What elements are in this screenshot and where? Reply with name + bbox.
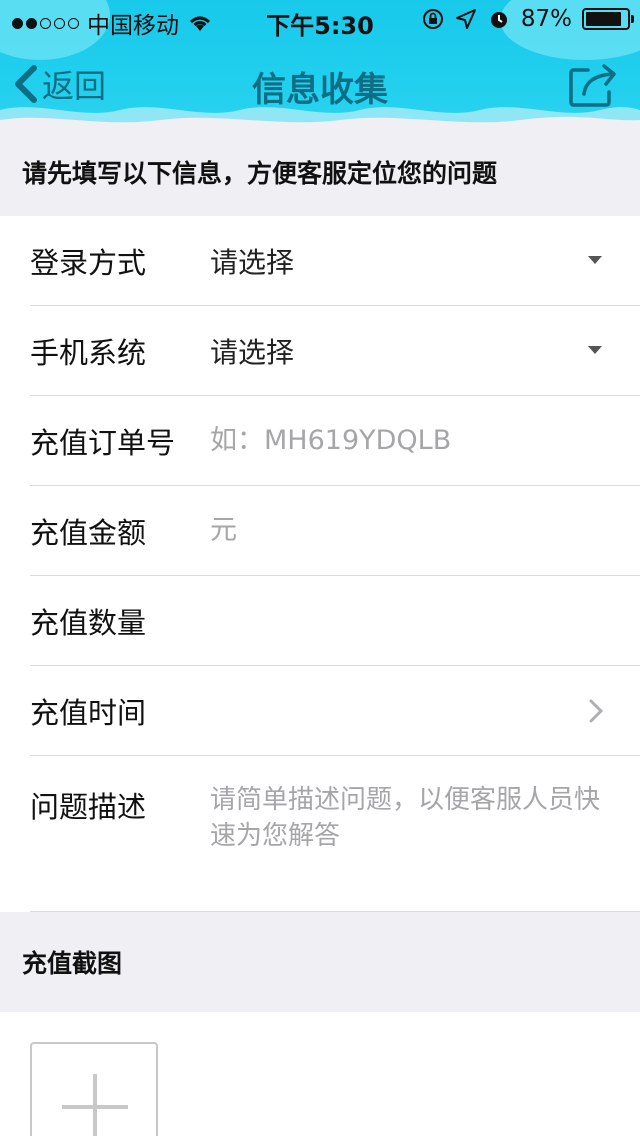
order-number-row: 充值订单号 [30, 396, 640, 486]
share-button[interactable] [568, 62, 620, 108]
amount-input[interactable] [210, 515, 640, 546]
form-notice: 请先填写以下信息，方便客服定位您的问题 [22, 159, 498, 188]
quantity-input[interactable] [210, 605, 640, 636]
rotation-lock-icon [422, 9, 443, 29]
chevron-right-icon [589, 699, 604, 723]
page-title: 信息收集 [252, 70, 388, 110]
header-bar: 中国移动 下午5:30 87% 返回 信息收集 [0, 0, 640, 128]
location-icon [455, 9, 476, 29]
screenshot-upload-area [0, 1012, 640, 1136]
recharge-time-picker[interactable]: 充值时间 [30, 666, 640, 756]
phone-system-select[interactable]: 手机系统 请选择 [30, 306, 640, 396]
description-label: 问题描述 [30, 790, 147, 824]
battery-icon [582, 8, 634, 30]
share-icon [569, 64, 616, 107]
screenshot-section-title: 充值截图 [22, 949, 123, 978]
order-number-input[interactable] [210, 425, 640, 456]
login-method-value: 请选择 [210, 245, 295, 279]
amount-label: 充值金额 [30, 515, 147, 550]
phone-system-label: 手机系统 [30, 335, 147, 370]
quantity-row: 充值数量 [30, 576, 640, 666]
dropdown-arrow-icon [588, 346, 602, 354]
description-row: 问题描述 [30, 756, 640, 912]
battery-percentage: 87% [520, 6, 572, 32]
dropdown-arrow-icon [588, 256, 602, 264]
recharge-time-label: 充值时间 [30, 695, 147, 730]
status-bar: 中国移动 下午5:30 87% [0, 0, 640, 40]
description-textarea[interactable] [210, 782, 610, 892]
order-number-label: 充值订单号 [30, 425, 176, 460]
add-screenshot-button[interactable] [30, 1042, 158, 1136]
quantity-label: 充值数量 [30, 605, 147, 640]
alarm-icon [490, 12, 507, 28]
amount-row: 充值金额 [30, 486, 640, 576]
login-method-label: 登录方式 [30, 245, 147, 280]
login-method-select[interactable]: 登录方式 请选择 [30, 216, 640, 306]
phone-system-value: 请选择 [210, 335, 295, 369]
info-form: 登录方式 请选择 手机系统 请选择 充值订单号 充值金额 充值数量 充值时间 问… [0, 216, 640, 912]
